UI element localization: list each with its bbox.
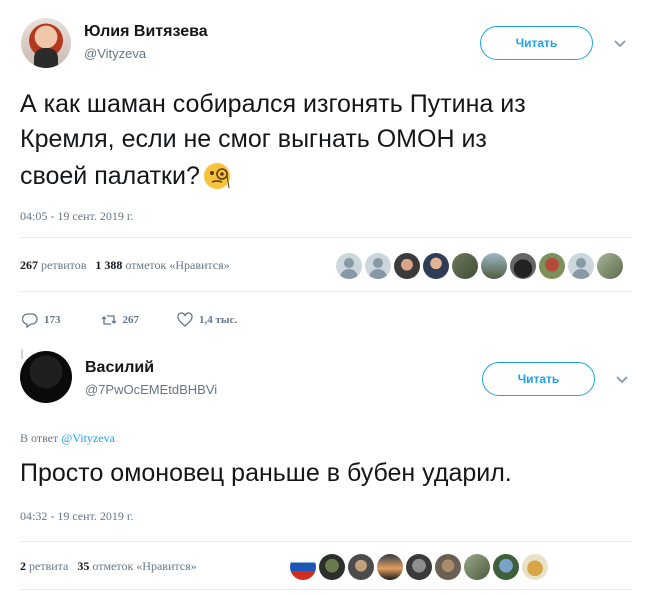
author-handle[interactable]: @7PwOcEMEtdBHBVi xyxy=(85,382,217,397)
retweet-count: 267 xyxy=(122,314,140,326)
retweets-label[interactable]: ретвита xyxy=(29,559,68,573)
liker-avatar[interactable] xyxy=(510,253,536,279)
likes-count[interactable]: 1 388 xyxy=(95,258,122,272)
likes-label[interactable]: отметок «Нравится» xyxy=(92,559,196,573)
reply-context: В ответ @Vityzeva xyxy=(20,431,115,446)
avatar[interactable] xyxy=(21,18,71,68)
tweet-actions: 173 267 1,4 тыс. xyxy=(22,312,267,328)
retweet-icon xyxy=(101,315,116,325)
tweet-text-line-2: Кремля, если не смог выгнать ОМОН из xyxy=(20,125,487,153)
avatar[interactable] xyxy=(20,351,72,403)
retweet-action[interactable]: 267 xyxy=(101,312,140,328)
reply-action[interactable]: 173 xyxy=(22,312,61,328)
liker-avatar[interactable] xyxy=(290,554,316,580)
tweet-text-line-1: А как шаман собирался изгонять Путина из xyxy=(20,90,526,118)
author-name[interactable]: Юлия Витязева xyxy=(84,23,208,41)
tweet-text-line-3: своей палатки? xyxy=(20,161,232,191)
likes-label[interactable]: отметок «Нравится» xyxy=(125,258,229,272)
follow-button[interactable]: Читать xyxy=(480,26,593,60)
reply-icon xyxy=(22,313,38,328)
likers-avatars xyxy=(290,554,548,580)
liker-avatar[interactable] xyxy=(319,554,345,580)
reply-prefix: В ответ xyxy=(20,431,59,445)
liker-avatar[interactable] xyxy=(452,253,478,279)
like-count: 1,4 тыс. xyxy=(199,314,238,326)
liker-avatar[interactable] xyxy=(406,554,432,580)
reply-to-handle[interactable]: @Vityzeva xyxy=(61,431,115,445)
liker-avatar[interactable] xyxy=(336,253,362,279)
follow-button[interactable]: Читать xyxy=(482,362,595,396)
liker-avatar[interactable] xyxy=(568,253,594,279)
liker-avatar[interactable] xyxy=(423,253,449,279)
retweets-count[interactable]: 2 xyxy=(20,559,26,573)
heart-icon xyxy=(177,312,193,327)
liker-avatar[interactable] xyxy=(464,554,490,580)
timestamp[interactable]: 04:32 - 19 сент. 2019 г. xyxy=(20,509,133,524)
liker-avatar[interactable] xyxy=(365,253,391,279)
retweets-label[interactable]: ретвитов xyxy=(41,258,86,272)
tweet-text: Просто омоновец раньше в бубен ударил. xyxy=(20,459,512,487)
divider xyxy=(20,237,632,238)
liker-avatar[interactable] xyxy=(394,253,420,279)
divider xyxy=(20,589,632,590)
divider xyxy=(20,541,632,542)
chevron-down-icon[interactable] xyxy=(614,374,630,386)
liker-avatar[interactable] xyxy=(493,554,519,580)
engagement-stats: 267 ретвитов 1 388 отметок «Нравится» xyxy=(20,258,230,273)
tweet-text-line-3-words: своей палатки? xyxy=(20,161,200,190)
divider xyxy=(20,291,632,292)
liker-avatar[interactable] xyxy=(522,554,548,580)
tweet-reply: Василий @7PwOcEMEtdBHBVi Читать В ответ … xyxy=(0,345,652,595)
author-name[interactable]: Василий xyxy=(85,359,154,377)
chevron-down-icon[interactable] xyxy=(612,38,628,50)
reply-count: 173 xyxy=(44,314,61,326)
liker-avatar[interactable] xyxy=(348,554,374,580)
retweets-count[interactable]: 267 xyxy=(20,258,38,272)
liker-avatar[interactable] xyxy=(481,253,507,279)
like-action[interactable]: 1,4 тыс. xyxy=(177,312,237,328)
liker-avatar[interactable] xyxy=(435,554,461,580)
liker-avatar[interactable] xyxy=(377,554,403,580)
likers-avatars xyxy=(336,253,623,279)
face-with-monocle-icon xyxy=(203,163,230,189)
liker-avatar[interactable] xyxy=(539,253,565,279)
likes-count[interactable]: 35 xyxy=(77,559,89,573)
tweet-main: Юлия Витязева @Vityzeva Читать А как шам… xyxy=(0,0,652,345)
engagement-stats: 2 ретвита 35 отметок «Нравится» xyxy=(20,559,197,574)
liker-avatar[interactable] xyxy=(597,253,623,279)
author-handle[interactable]: @Vityzeva xyxy=(84,46,146,61)
timestamp[interactable]: 04:05 - 19 сент. 2019 г. xyxy=(20,209,133,224)
